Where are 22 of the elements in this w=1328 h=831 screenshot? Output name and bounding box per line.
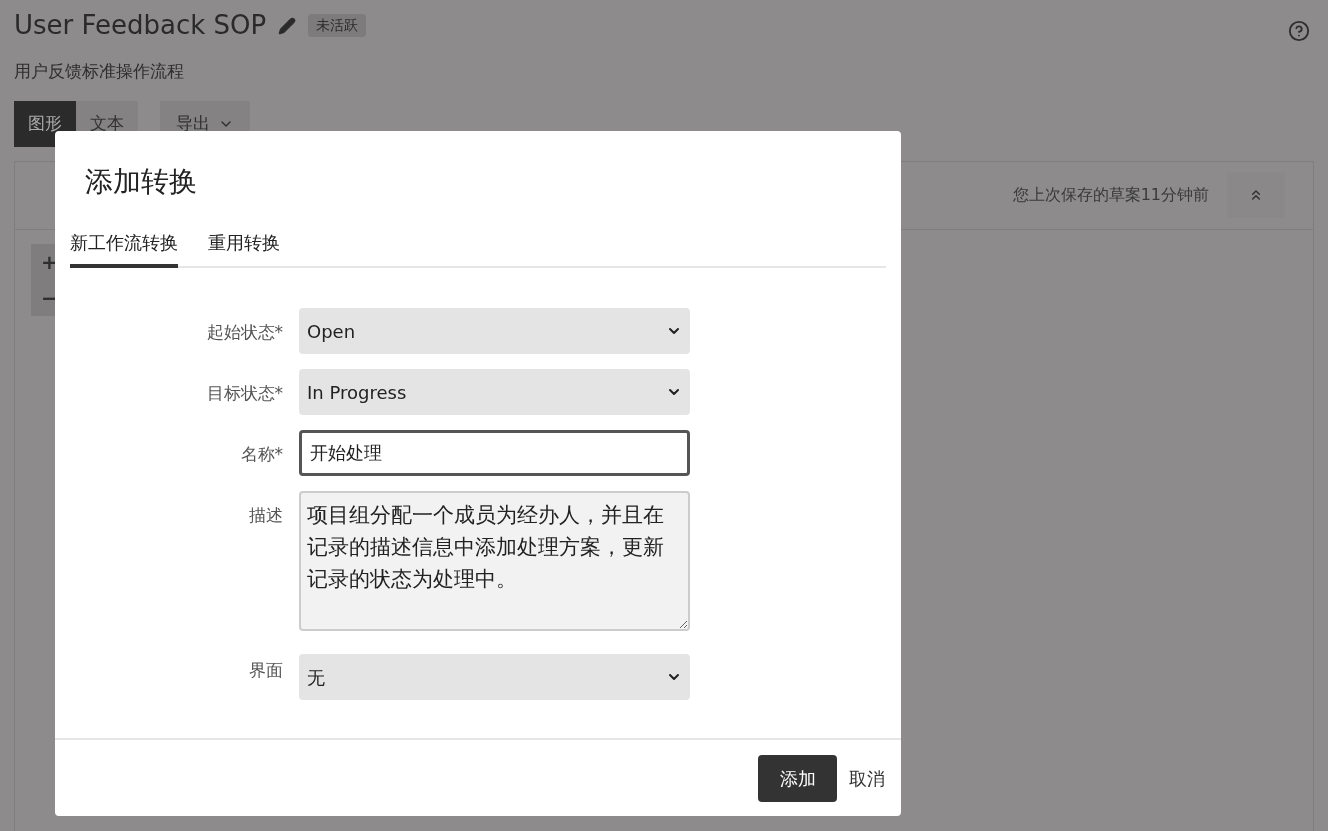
- field-label: 名称*: [239, 443, 284, 466]
- status-badge: 未活跃: [308, 14, 367, 37]
- dialog-tab[interactable]: 新工作流转换: [70, 229, 178, 268]
- select-field[interactable]: Open: [299, 308, 690, 354]
- edit-icon[interactable]: [278, 16, 297, 35]
- field-label: 目标状态*: [205, 382, 284, 405]
- add-button[interactable]: 添加: [758, 754, 837, 802]
- page-description: 用户反馈标准操作流程: [14, 60, 185, 83]
- view-tab[interactable]: 图形: [14, 100, 76, 147]
- page-title: User Feedback SOP: [14, 9, 267, 42]
- field-label: 界面: [248, 659, 284, 682]
- help-icon[interactable]: [1288, 19, 1310, 42]
- select-field[interactable]: 无: [299, 654, 690, 700]
- name-input[interactable]: 开始处理: [299, 430, 690, 476]
- field-label: 描述: [248, 504, 284, 527]
- cancel-link[interactable]: 取消: [849, 764, 885, 792]
- description-textarea[interactable]: 项目组分配一个成员为经办人，并且在记录的描述信息中添加处理方案，更新记录的状态为处理中。: [299, 491, 690, 631]
- dialog-title: 添加转换: [85, 164, 198, 200]
- field-label: 起始状态*: [205, 321, 284, 344]
- select-field[interactable]: In Progress: [299, 369, 690, 415]
- dialog-tab[interactable]: 重用转换: [208, 229, 280, 268]
- draft-note: 您上次保存的草案11分钟前: [1012, 184, 1209, 206]
